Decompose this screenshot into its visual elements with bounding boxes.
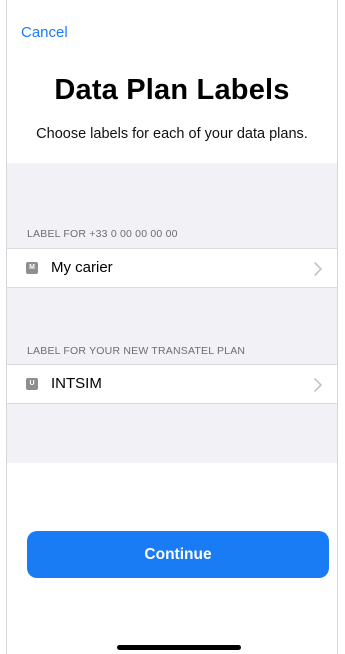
plan-label-text: My carier [51, 259, 113, 276]
cancel-button[interactable]: Cancel [21, 24, 68, 41]
plan-badge-m: M [26, 262, 38, 274]
page-title: Data Plan Labels [54, 74, 290, 106]
continue-button[interactable]: Continue [27, 531, 329, 578]
plan-label-row-new-plan[interactable]: U INTSIM [7, 364, 337, 404]
page-subtitle: Choose labels for each of your data plan… [36, 126, 308, 142]
section-header-primary-line: LABEL FOR +33 0 00 00 00 00 [27, 228, 178, 240]
home-indicator[interactable] [117, 645, 241, 650]
chevron-right-icon [314, 262, 322, 276]
plan-label-text: INTSIM [51, 375, 102, 392]
section-header-new-plan: LABEL FOR YOUR NEW TRANSATEL PLAN [27, 345, 246, 357]
chevron-right-icon [314, 378, 322, 392]
data-plan-labels-screen: Cancel Data Plan Labels Choose labels fo… [6, 0, 338, 654]
plan-badge-u: U [26, 378, 38, 390]
grouped-list-background [7, 163, 337, 463]
plan-label-row-primary[interactable]: M My carier [7, 248, 337, 288]
